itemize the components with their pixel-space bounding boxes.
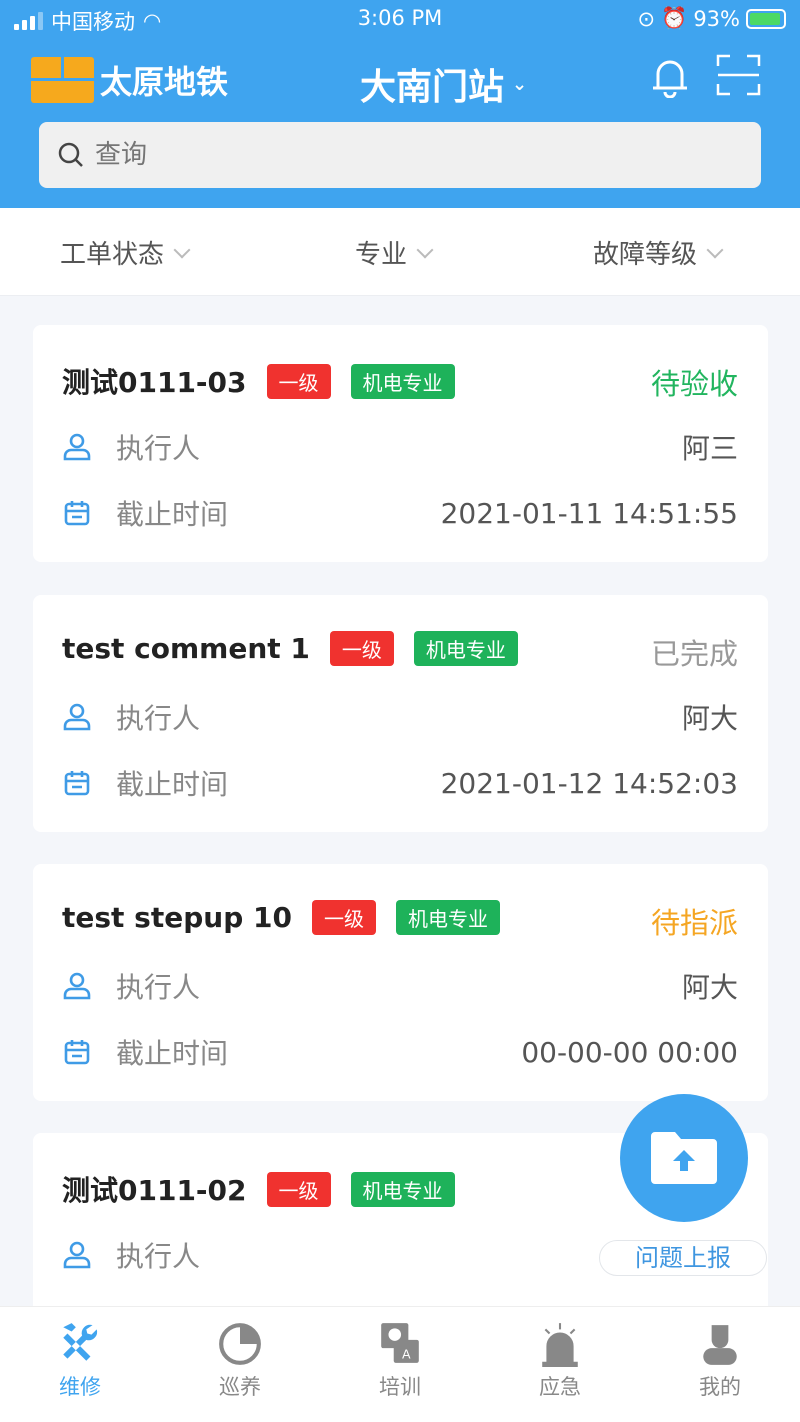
level-tag: 一级 xyxy=(329,631,394,666)
patrol-icon xyxy=(219,1323,261,1365)
nav-user[interactable]: 我的 xyxy=(670,1321,770,1401)
deadline-row: 截止时间 00-00-00 00:00 xyxy=(62,1032,738,1072)
status-bar: 中国移动 ◠ 3:06 PM ⊙ ⏰ 93% xyxy=(0,6,800,36)
executor-label: 执行人 xyxy=(116,432,201,465)
calendar-icon xyxy=(64,501,90,526)
filter-major[interactable]: 专业 xyxy=(355,234,434,271)
order-title: 测试0111-03 xyxy=(62,366,247,399)
filter-label: 故障等级 xyxy=(593,240,698,270)
logo-text: 太原地铁 xyxy=(100,63,229,101)
deadline-label: 截止时间 xyxy=(116,768,229,801)
executor-label: 执行人 xyxy=(116,1240,201,1273)
lock-rotation-icon: ⊙ xyxy=(637,6,656,31)
order-title: test stepup 10 xyxy=(62,901,292,934)
deadline-row: 截止时间 2021-01-11 14:51:55 xyxy=(62,493,738,533)
filter-bar: 工单状态 专业 故障等级 xyxy=(0,208,800,296)
filter-label: 工单状态 xyxy=(60,240,165,270)
nav-label: 我的 xyxy=(699,1375,741,1399)
major-tag: 机电专业 xyxy=(350,1171,455,1207)
battery-percent: 93% xyxy=(693,6,740,31)
chevron-down-icon xyxy=(706,241,724,258)
deadline-value: 2021-01-11 14:51:55 xyxy=(440,496,738,530)
nav-label: 应急 xyxy=(539,1375,581,1399)
user-icon xyxy=(703,1325,737,1365)
nav-label: 维修 xyxy=(59,1375,101,1399)
work-order-card[interactable]: test comment 1 一级 机电专业 已完成 执行人 阿大 截止时间 2021-… xyxy=(33,595,768,832)
search-icon xyxy=(58,142,83,167)
logo: 太原地铁 xyxy=(31,57,228,103)
nav-label: 培训 xyxy=(379,1375,421,1399)
qa-icon: A xyxy=(381,1323,419,1363)
bottom-nav: 维修 巡养 A 培训 应急 我的 xyxy=(0,1306,800,1422)
executor-row: 执行人 阿三 xyxy=(62,427,738,467)
alarm-icon: ⏰ xyxy=(661,6,688,30)
calendar-icon xyxy=(64,771,90,796)
deadline-label: 截止时间 xyxy=(116,498,229,531)
station-name: 大南门站 xyxy=(360,67,505,108)
order-title-row: 测试0111-02 一级 机电专业 xyxy=(62,1169,455,1209)
filter-label: 专业 xyxy=(355,240,408,270)
order-title-row: test stepup 10 一级 机电专业 xyxy=(62,900,500,935)
work-order-card[interactable]: test stepup 10 一级 机电专业 待指派 执行人 阿大 截止时间 00-00… xyxy=(33,864,768,1101)
order-title-row: test comment 1 一级 机电专业 xyxy=(62,631,518,666)
executor-label: 执行人 xyxy=(116,971,201,1004)
filter-level[interactable]: 故障等级 xyxy=(593,234,724,271)
executor-label: 执行人 xyxy=(116,702,201,735)
person-icon xyxy=(63,703,91,731)
nav-alarm[interactable]: 应急 xyxy=(510,1321,610,1401)
svg-text:A: A xyxy=(402,1347,411,1362)
repair-icon xyxy=(63,1323,98,1361)
bell-icon[interactable] xyxy=(650,54,690,98)
folder-upload-icon xyxy=(651,1132,717,1184)
chevron-down-icon xyxy=(173,241,191,258)
chevron-down-icon: ⌄ xyxy=(512,73,528,95)
report-issue-button[interactable] xyxy=(620,1094,748,1222)
nav-label: 巡养 xyxy=(219,1375,261,1399)
person-icon xyxy=(63,433,91,461)
person-icon xyxy=(63,1241,91,1269)
level-tag: 一级 xyxy=(311,900,376,935)
report-issue-label[interactable]: 问题上报 xyxy=(599,1240,767,1276)
app-header: 中国移动 ◠ 3:06 PM ⊙ ⏰ 93% 太原地铁 大南门站 ⌄ xyxy=(0,0,800,208)
filter-status[interactable]: 工单状态 xyxy=(60,234,191,271)
work-order-card[interactable]: 测试0111-03 一级 机电专业 待验收 执行人 阿三 截止时间 2021-01-11… xyxy=(33,325,768,562)
executor-value: 阿三 xyxy=(681,432,738,465)
battery-icon xyxy=(746,8,786,29)
status-badge: 待指派 xyxy=(650,906,738,940)
nav-qa[interactable]: A 培训 xyxy=(350,1321,450,1401)
deadline-value: 00-00-00 00:00 xyxy=(521,1035,738,1069)
order-title: test comment 1 xyxy=(62,632,310,665)
executor-row: 执行人 阿大 xyxy=(62,697,738,737)
deadline-row: 截止时间 2021-01-12 14:52:03 xyxy=(62,763,738,803)
order-title: 测试0111-02 xyxy=(62,1174,247,1207)
level-tag: 一级 xyxy=(266,363,331,399)
deadline-value: 2021-01-12 14:52:03 xyxy=(440,766,738,800)
search-bar[interactable] xyxy=(39,122,761,188)
search-input[interactable] xyxy=(95,140,695,170)
nav-repair[interactable]: 维修 xyxy=(30,1321,130,1401)
major-tag: 机电专业 xyxy=(350,363,455,399)
chevron-down-icon xyxy=(416,241,434,258)
major-tag: 机电专业 xyxy=(395,900,500,935)
order-title-row: 测试0111-03 一级 机电专业 xyxy=(62,361,455,401)
executor-value: 阿大 xyxy=(681,971,738,1004)
executor-value: 阿大 xyxy=(681,702,738,735)
executor-row: 执行人 阿大 xyxy=(62,966,738,1006)
scan-icon[interactable] xyxy=(716,54,761,96)
station-selector[interactable]: 大南门站 ⌄ xyxy=(360,58,527,110)
alarm-icon xyxy=(542,1323,578,1367)
status-badge: 待验收 xyxy=(650,367,738,401)
nav-patrol[interactable]: 巡养 xyxy=(190,1321,290,1401)
level-tag: 一级 xyxy=(266,1171,331,1207)
deadline-label: 截止时间 xyxy=(116,1037,229,1070)
major-tag: 机电专业 xyxy=(413,631,518,666)
calendar-icon xyxy=(64,1040,90,1065)
status-badge: 已完成 xyxy=(650,637,738,671)
person-icon xyxy=(63,972,91,1000)
logo-mark xyxy=(31,57,94,103)
